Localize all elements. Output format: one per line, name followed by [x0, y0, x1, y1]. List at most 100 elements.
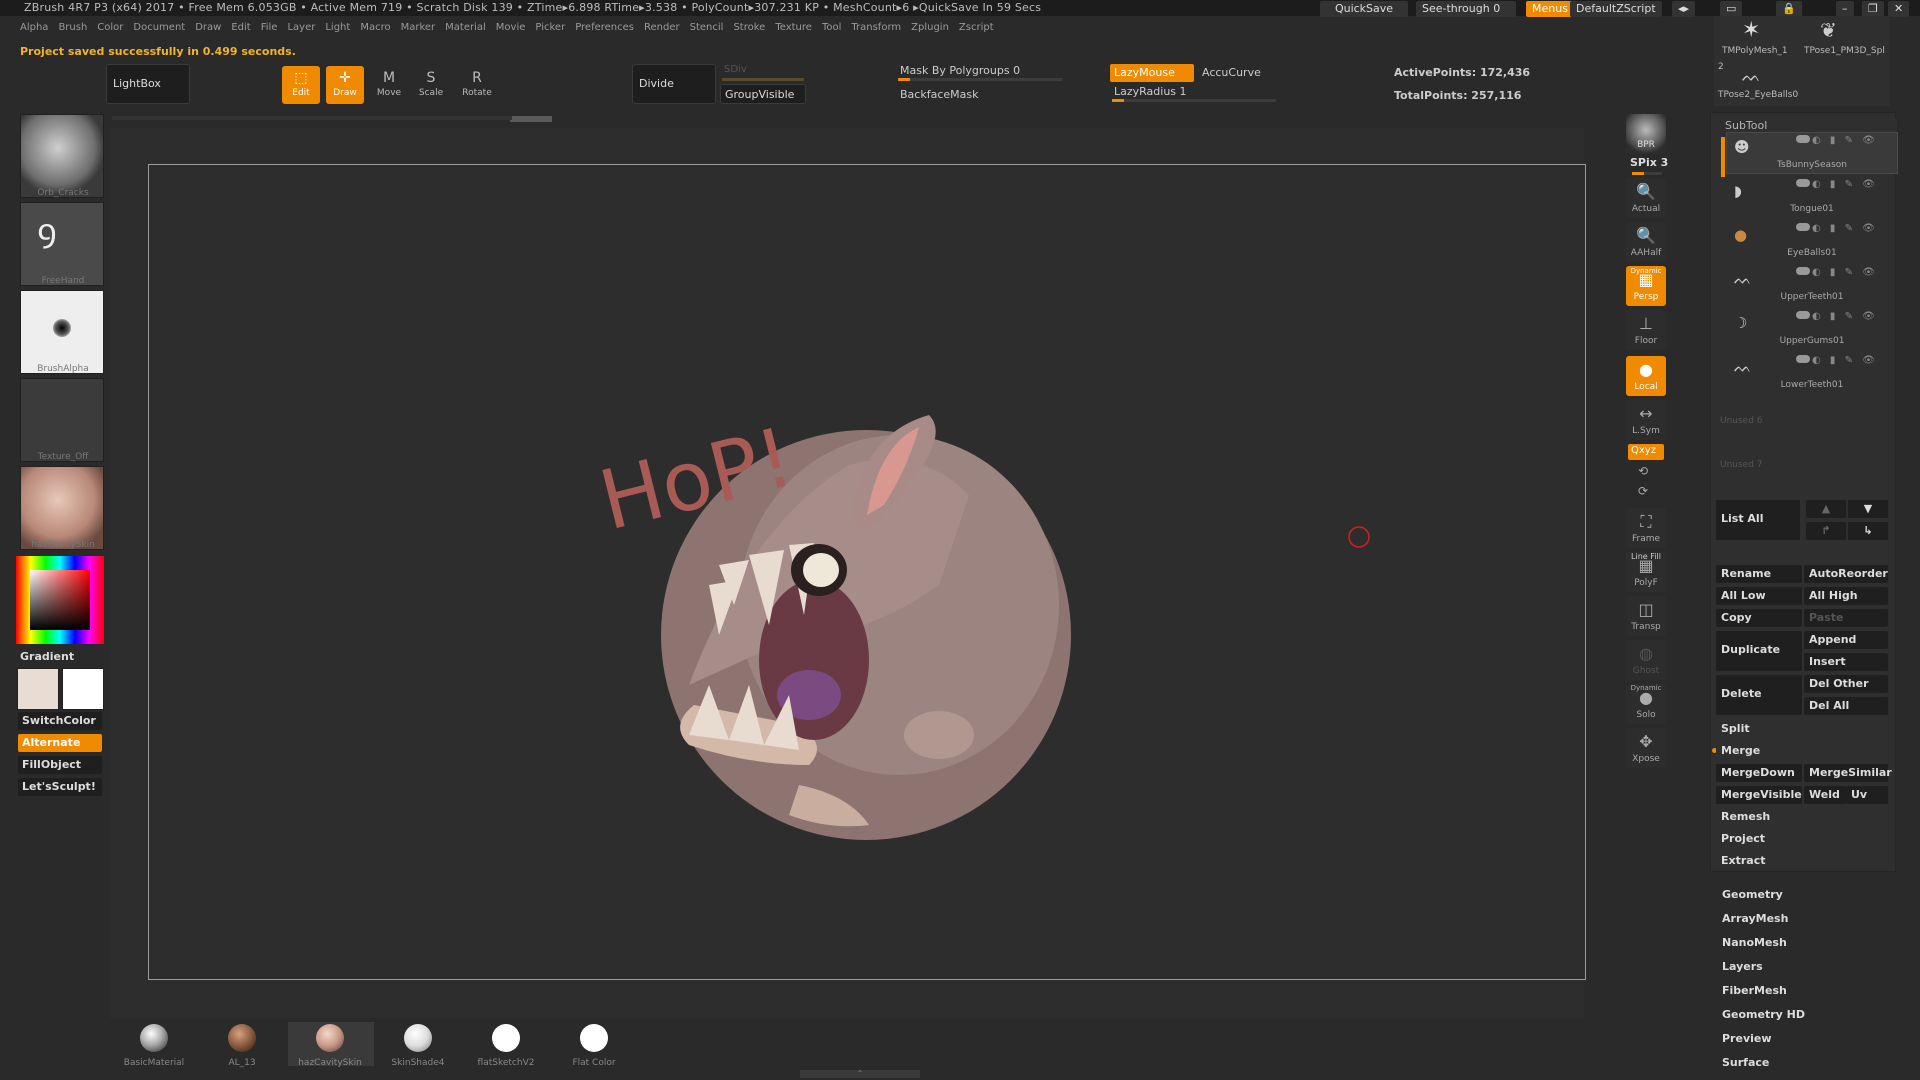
quicksave-button[interactable]: QuickSave	[1320, 1, 1408, 17]
remesh-section[interactable]: Remesh	[1716, 808, 1888, 826]
menu-draw[interactable]: Draw	[195, 22, 221, 33]
menu-transform[interactable]: Transform	[851, 22, 901, 33]
menu-alpha[interactable]: Alpha	[20, 22, 48, 33]
window-icon[interactable]: ▭	[1720, 1, 1743, 17]
ghost-button[interactable]: ◍ Ghost	[1626, 640, 1666, 680]
paste-button[interactable]: Paste	[1804, 609, 1888, 627]
transp-button[interactable]: ◫ Transp	[1626, 596, 1666, 636]
star-tool-icon[interactable]: ✶	[1742, 18, 1760, 43]
color-saturation-square[interactable]	[30, 570, 90, 630]
mergevisible-button[interactable]: MergeVisible	[1716, 786, 1802, 804]
material-basicmaterial[interactable]: BasicMaterial	[124, 1022, 184, 1072]
tool-tpose1[interactable]: TPose1_PM3D_Spl	[1804, 46, 1885, 56]
floor-button[interactable]: ⊥ Floor	[1626, 310, 1666, 350]
menus-button[interactable]: Menus	[1526, 1, 1574, 17]
solo-button[interactable]: Dynamic ● Solo	[1626, 684, 1666, 724]
material-flat-color[interactable]: Flat Color	[564, 1022, 624, 1072]
actual-button[interactable]: 🔍 Actual	[1626, 178, 1666, 218]
menu-stencil[interactable]: Stencil	[690, 22, 724, 33]
menu-macro[interactable]: Macro	[360, 22, 390, 33]
lazymouse-toggle[interactable]: LazyMouse	[1110, 64, 1194, 82]
uv-toggle[interactable]: Uv	[1846, 786, 1888, 804]
subtool-item[interactable]: ● ◐ ▮ ✎ 👁 EyeBalls01	[1726, 220, 1898, 262]
section-geometry-hd[interactable]: Geometry HD	[1722, 1008, 1805, 1021]
menu-material[interactable]: Material	[445, 22, 486, 33]
duplicate-button[interactable]: Duplicate	[1716, 631, 1802, 671]
color-picker[interactable]	[16, 556, 104, 644]
list-all-button[interactable]: List All	[1716, 500, 1800, 540]
primary-color-swatch[interactable]	[17, 668, 59, 710]
edit-button[interactable]: ⬚ Edit	[282, 66, 320, 104]
sdiv-slider[interactable]: SDiv	[724, 64, 747, 75]
tool-tmpolymesh[interactable]: TMPolyMesh_1	[1722, 46, 1788, 56]
subtool-visibility-toggles[interactable]: ◐ ▮ ✎ 👁	[1796, 223, 1878, 234]
move-down-step-icon[interactable]: ↳	[1848, 522, 1888, 540]
subtool-item[interactable]: ◗ ◐ ▮ ✎ 👁 Tongue01	[1726, 176, 1898, 218]
section-geometry[interactable]: Geometry	[1722, 888, 1783, 901]
move-up-arrow-icon[interactable]: ▲	[1806, 500, 1846, 518]
move-up-step-icon[interactable]: ↱	[1806, 522, 1846, 540]
menu-preferences[interactable]: Preferences	[575, 22, 634, 33]
maximize-icon[interactable]: ❐	[1862, 1, 1884, 17]
groupvisible-button[interactable]: GroupVisible	[720, 84, 806, 104]
del-other-button[interactable]: Del Other	[1804, 675, 1888, 693]
menu-marker[interactable]: Marker	[401, 22, 436, 33]
menu-edit[interactable]: Edit	[231, 22, 250, 33]
material-al_13[interactable]: AL_13	[212, 1022, 272, 1072]
extract-section[interactable]: Extract	[1716, 852, 1888, 870]
tpose-tool-icon[interactable]: ❦	[1820, 18, 1837, 42]
lock-icon[interactable]: 🔒	[1776, 1, 1802, 17]
material-skinshade4[interactable]: SkinShade4	[388, 1022, 448, 1072]
bpr-button[interactable]: BPR	[1626, 114, 1666, 154]
draw-button[interactable]: ✛ Draw	[326, 66, 364, 104]
brush-orb-cracks-thumb[interactable]: Orb_Cracks	[20, 114, 104, 198]
spix-slider[interactable]: SPix 3	[1630, 156, 1668, 169]
xyz-button[interactable]: Qxyz	[1628, 444, 1664, 460]
accucurve-toggle[interactable]: AccuCurve	[1202, 66, 1261, 79]
texture-thumb[interactable]: Texture_Off	[20, 378, 104, 462]
menu-picker[interactable]: Picker	[535, 22, 565, 33]
rename-button[interactable]: Rename	[1716, 565, 1802, 583]
subtool-item[interactable]: ☽ ◐ ▮ ✎ 👁 UpperGums01	[1726, 308, 1898, 350]
rotate-y-icon[interactable]: ⟲	[1638, 464, 1648, 478]
append-button[interactable]: Append	[1804, 631, 1888, 649]
brush-alpha-thumb[interactable]: BrushAlpha	[20, 290, 104, 374]
lsym-button[interactable]: ↔ L.Sym	[1626, 400, 1666, 440]
menu-brush[interactable]: Brush	[58, 22, 87, 33]
see-through-slider[interactable]: See-through 0	[1416, 1, 1516, 17]
split-section[interactable]: Split	[1716, 720, 1888, 738]
teeth-tool-icon[interactable]: ᨓ	[1742, 66, 1761, 86]
autoreorder-button[interactable]: AutoReorder	[1804, 565, 1888, 583]
menu-light[interactable]: Light	[325, 22, 350, 33]
backfacemask-toggle[interactable]: BackfaceMask	[900, 88, 978, 101]
material-hazcavityskin[interactable]: hazCavitySkin	[298, 1022, 362, 1072]
lightbox-button[interactable]: LightBox	[106, 64, 190, 104]
menu-layer[interactable]: Layer	[287, 22, 315, 33]
subtool-visibility-toggles[interactable]: ◐ ▮ ✎ 👁	[1796, 267, 1878, 278]
gradient-label[interactable]: Gradient	[20, 650, 74, 663]
section-fibermesh[interactable]: FiberMesh	[1722, 984, 1787, 997]
copy-button[interactable]: Copy	[1716, 609, 1802, 627]
all-high-button[interactable]: All High	[1804, 587, 1888, 605]
divide-button[interactable]: Divide	[632, 64, 716, 104]
mergedown-button[interactable]: MergeDown	[1716, 764, 1802, 782]
project-section[interactable]: Project	[1716, 830, 1888, 848]
menu-tool[interactable]: Tool	[822, 22, 841, 33]
all-low-button[interactable]: All Low	[1716, 587, 1802, 605]
xpose-button[interactable]: ✥ Xpose	[1626, 728, 1666, 768]
section-layers[interactable]: Layers	[1722, 960, 1763, 973]
aahalf-button[interactable]: 🔍 AAHalf	[1626, 222, 1666, 262]
menu-color[interactable]: Color	[97, 22, 123, 33]
lazyradius-slider[interactable]: LazyRadius 1	[1114, 85, 1187, 98]
del-all-button[interactable]: Del All	[1804, 697, 1888, 715]
subtool-visibility-toggles[interactable]: ◐ ▮ ✎ 👁	[1796, 135, 1878, 146]
move-down-arrow-icon[interactable]: ▼	[1848, 500, 1888, 518]
scale-button[interactable]: S Scale	[412, 66, 450, 104]
menu-zscript[interactable]: Zscript	[959, 22, 994, 33]
stroke-freehand-thumb[interactable]: ꝰ FreeHand	[20, 202, 104, 286]
minimize-icon[interactable]: –	[1836, 1, 1854, 17]
subtool-visibility-toggles[interactable]: ◐ ▮ ✎ 👁	[1796, 355, 1878, 366]
merge-section[interactable]: Merge	[1716, 742, 1888, 760]
menu-zplugin[interactable]: Zplugin	[911, 22, 949, 33]
secondary-color-swatch[interactable]	[62, 668, 104, 710]
